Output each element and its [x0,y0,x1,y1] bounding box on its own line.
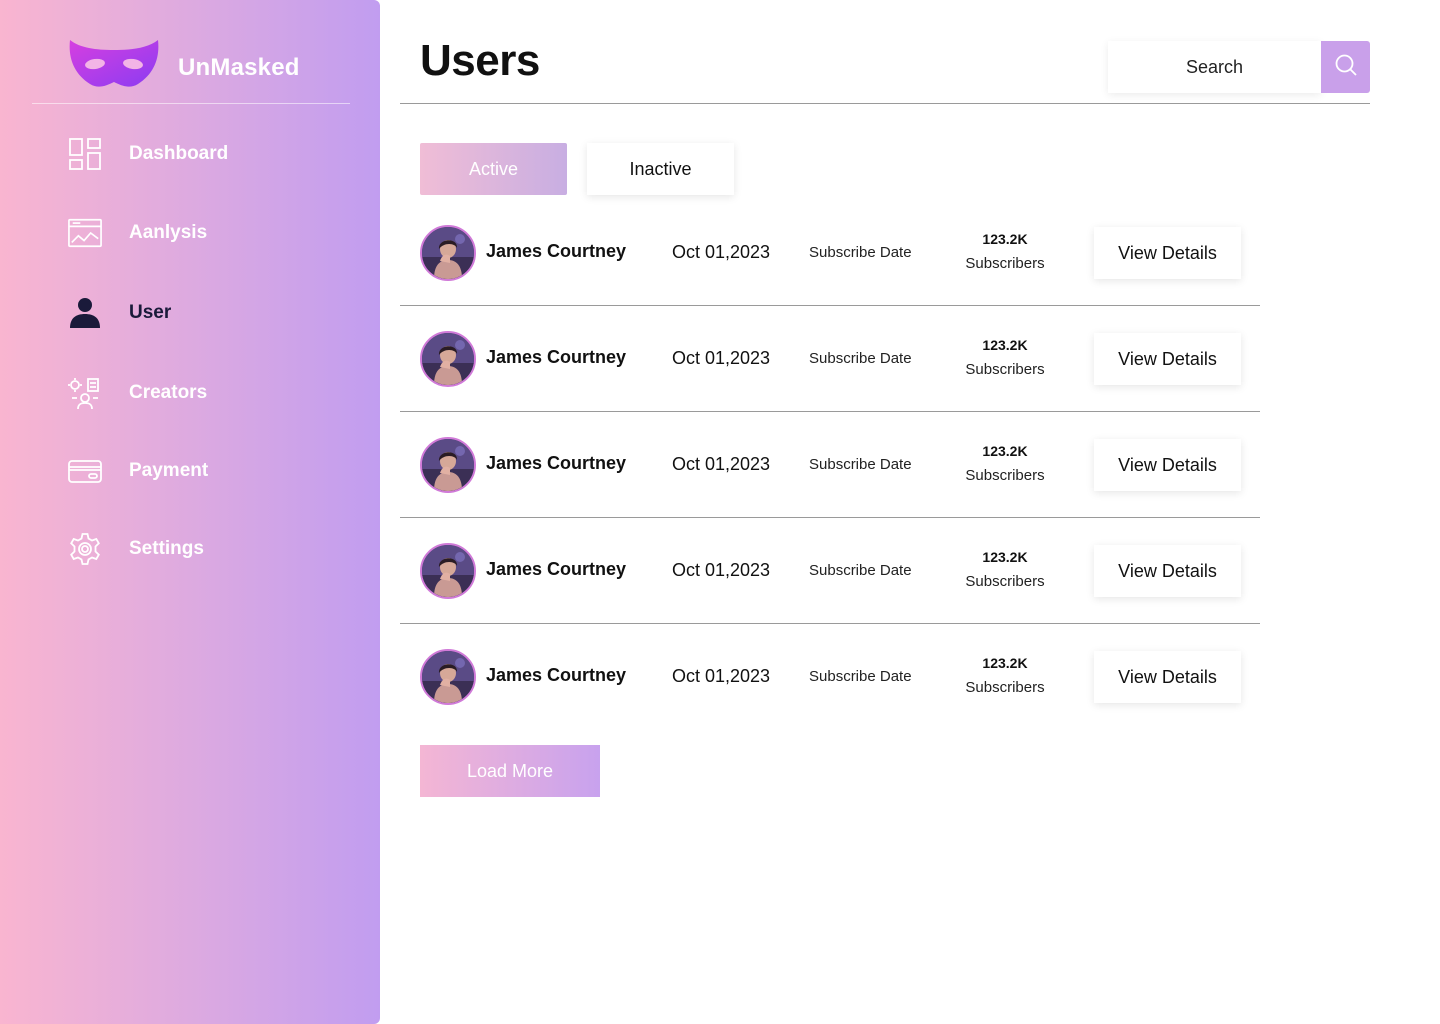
analysis-chart-icon [68,216,102,250]
load-more-button[interactable]: Load More [420,745,600,797]
subscriber-label: Subscribers [965,573,1045,590]
gear-icon [68,532,102,566]
user-name: James Courtney [486,665,627,685]
user-name: James Courtney [486,559,627,579]
subscriber-label: Subscribers [965,467,1045,484]
sidebar-item-analysis[interactable]: Aanlysis [68,213,207,253]
sidebar: UnMasked Dashboard Aanlysis User Creator… [0,0,380,1024]
table-row: James Courtney Oct 01,2023 Subscribe Date 1… [400,518,1260,624]
sidebar-item-settings[interactable]: Settings [68,529,204,569]
table-row: James Courtney Oct 01,2023 Subscribe Date 1… [400,306,1260,412]
user-name: James Courtney [486,241,627,261]
credit-card-icon [68,454,102,488]
view-details-button[interactable]: View Details [1094,439,1241,491]
subscriber-label: Subscribers [965,361,1045,378]
view-details-button[interactable]: View Details [1094,333,1241,385]
avatar [420,331,476,387]
user-name: James Courtney [486,347,627,367]
dashboard-grid-icon [68,137,102,171]
user-name: James Courtney [486,453,627,473]
view-details-button[interactable]: View Details [1094,651,1241,703]
search-input[interactable]: Search [1108,41,1321,93]
table-row: James Courtney Oct 01,2023 Subscribe Date 1… [400,200,1260,306]
view-details-button[interactable]: View Details [1094,545,1241,597]
search-icon [1334,53,1358,82]
user-icon [68,296,102,330]
view-details-button[interactable]: View Details [1094,227,1241,279]
sidebar-item-label: Settings [129,538,204,559]
sidebar-item-user[interactable]: User [68,293,171,333]
table-row: James Courtney Oct 01,2023 Subscribe Date 1… [400,412,1260,518]
page-title: Users [420,36,540,85]
avatar [420,543,476,599]
avatar [420,225,476,281]
subscriber-count: 123.2K [982,337,1028,353]
sidebar-item-label: Creators [129,382,208,403]
subscriber-count: 123.2K [982,443,1028,459]
sidebar-item-label: Dashboard [129,143,229,164]
tab-inactive[interactable]: Inactive [587,143,734,195]
sidebar-item-creators[interactable]: Creators [68,373,207,413]
sidebar-item-dashboard[interactable]: Dashboard [68,134,228,174]
search-button[interactable] [1321,41,1370,93]
avatar [420,437,476,493]
mask-icon [68,38,160,97]
subscribe-date-value: Oct 01,2023 [672,242,771,262]
brand-name: UnMasked [178,53,300,81]
sidebar-item-label: Aanlysis [129,222,208,243]
subscribe-date-label: Subscribe Date [809,668,912,685]
subscriber-count: 123.2K [982,549,1028,565]
subscriber-label: Subscribers [965,679,1045,696]
subscribe-date-label: Subscribe Date [809,562,912,579]
sidebar-item-label: User [129,302,172,323]
subscribe-date-value: Oct 01,2023 [672,666,771,686]
subscribe-date-value: Oct 01,2023 [672,348,771,368]
sidebar-item-label: Payment [129,460,209,481]
subscriber-label: Subscribers [965,255,1045,272]
subscriber-count: 123.2K [982,655,1028,671]
header-divider [400,103,1370,104]
subscribe-date-label: Subscribe Date [809,350,912,367]
subscribe-date-value: Oct 01,2023 [672,560,771,580]
tab-active[interactable]: Active [420,143,567,195]
avatar [420,649,476,705]
table-row: James Courtney Oct 01,2023 Subscribe Date 1… [400,624,1260,730]
subscriber-count: 123.2K [982,231,1028,247]
sidebar-item-payment[interactable]: Payment [68,451,208,491]
sidebar-divider [32,103,350,104]
subscribe-date-label: Subscribe Date [809,244,912,261]
subscribe-date-label: Subscribe Date [809,456,912,473]
creators-icon [68,376,102,410]
brand[interactable]: UnMasked [68,38,300,97]
subscribe-date-value: Oct 01,2023 [672,454,771,474]
